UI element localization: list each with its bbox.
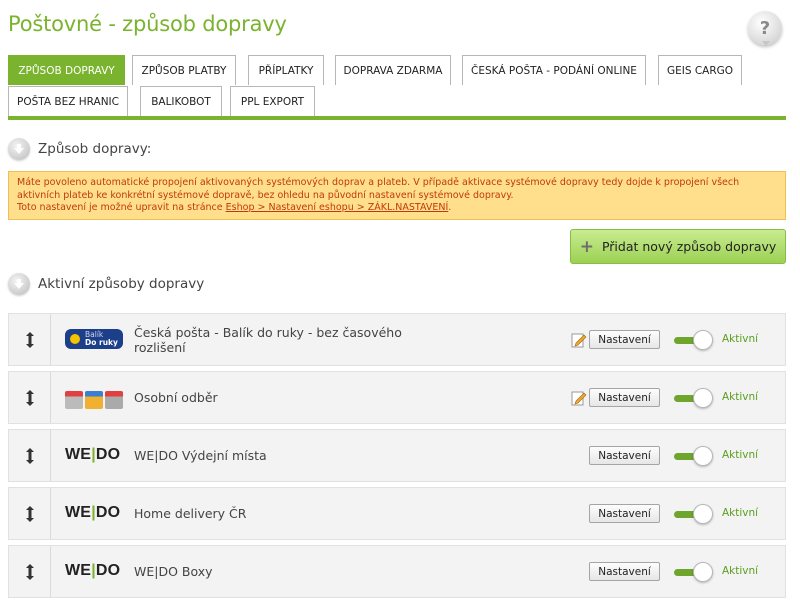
status-label: Aktivní — [722, 565, 759, 577]
tab-shipping-method[interactable]: ZPŮSOB DOPRAVY — [8, 55, 125, 85]
wedo-logo: WE|DO — [65, 446, 121, 463]
balik-do-ruky-logo: Balík Do ruky — [65, 328, 125, 351]
edit-icon[interactable] — [571, 390, 587, 406]
tab-balikobot[interactable]: BALIKOBOT — [140, 86, 222, 116]
shipping-method-name: Home delivery ČR — [134, 506, 247, 521]
settings-button[interactable]: Nastavení — [589, 562, 660, 581]
drag-handle-icon[interactable] — [9, 314, 51, 365]
warning-box: Máte povoleno automatické propojení akti… — [8, 171, 786, 220]
active-toggle[interactable] — [674, 388, 713, 408]
drag-handle-icon[interactable] — [9, 488, 51, 539]
shipping-method-row: WE|DO WE|DO Boxy Nastavení Aktivní — [8, 545, 786, 598]
shipping-method-row: WE|DO WE|DO Výdejní místa Nastavení Akti… — [8, 429, 786, 482]
status-label: Aktivní — [722, 333, 759, 345]
edit-icon[interactable] — [571, 332, 587, 348]
drag-handle-icon[interactable] — [9, 546, 51, 597]
collapse-arrow-icon[interactable] — [8, 138, 30, 160]
settings-button[interactable]: Nastavení — [589, 388, 660, 407]
section-shipping-method[interactable]: Způsob dopravy: — [8, 138, 151, 160]
shipping-method-name: WE|DO Boxy — [134, 564, 213, 579]
plus-icon: + — [579, 236, 594, 257]
active-toggle[interactable] — [674, 562, 713, 582]
section-label: Aktivní způsoby dopravy — [38, 276, 205, 292]
wedo-logo: WE|DO — [65, 504, 121, 521]
tab-posta-bez-hranic[interactable]: POŠTA BEZ HRANIC — [8, 86, 128, 116]
tab-free-shipping[interactable]: DOPRAVA ZDARMA — [335, 55, 451, 85]
status-label: Aktivní — [722, 507, 759, 519]
drag-handle-icon[interactable] — [9, 430, 51, 481]
tab-geis-cargo[interactable]: GEIS CARGO — [658, 55, 742, 85]
shipping-method-row: Balík Do ruky Česká pošta - Balík do ruky… — [8, 313, 786, 366]
shipping-method-name: Osobní odběr — [134, 390, 218, 405]
help-button[interactable]: ? — [748, 11, 782, 46]
tabs-underline — [8, 116, 786, 120]
tab-czech-post-online[interactable]: ČESKÁ POŠTA - PODÁNÍ ONLINE — [462, 55, 646, 85]
section-active-methods[interactable]: Aktivní způsoby dopravy — [8, 273, 204, 295]
active-toggle[interactable] — [674, 504, 713, 524]
status-label: Aktivní — [722, 391, 759, 403]
tab-surcharges[interactable]: PŘÍPLATKY — [248, 55, 324, 85]
wedo-logo: WE|DO — [65, 562, 121, 579]
active-toggle[interactable] — [674, 330, 713, 350]
shipping-method-name: Česká pošta - Balík do ruky - bez časové… — [134, 325, 402, 355]
shipping-method-row: Osobní odběr Nastavení Aktivní — [8, 371, 786, 424]
status-label: Aktivní — [722, 449, 759, 461]
settings-button[interactable]: Nastavení — [589, 504, 660, 523]
tab-ppl-export[interactable]: PPL EXPORT — [230, 86, 315, 116]
page-title: Poštovné - způsob dopravy — [8, 12, 287, 36]
collapse-arrow-icon[interactable] — [8, 273, 30, 295]
settings-button[interactable]: Nastavení — [589, 446, 660, 465]
warning-text: Máte povoleno automatické propojení akti… — [17, 177, 740, 201]
add-shipping-method-button[interactable]: + Přidat nový způsob dopravy — [570, 229, 786, 264]
tab-bar: ZPŮSOB DOPRAVY ZPŮSOB PLATBY PŘÍPLATKY D… — [8, 55, 786, 119]
tab-payment-method[interactable]: ZPŮSOB PLATBY — [132, 55, 236, 85]
active-toggle[interactable] — [674, 446, 713, 466]
settings-button[interactable]: Nastavení — [589, 330, 660, 349]
drag-handle-icon[interactable] — [9, 372, 51, 423]
section-label: Způsob dopravy: — [38, 141, 152, 157]
shipping-method-row: WE|DO Home delivery ČR Nastavení Aktivní — [8, 487, 786, 540]
settings-link[interactable]: Eshop > Nastavení eshopu > ZÁKL.NASTAVEN… — [226, 202, 449, 213]
shop-pickup-logo — [65, 387, 125, 409]
help-icon: ? — [759, 17, 771, 39]
shipping-method-name: WE|DO Výdejní místa — [134, 448, 267, 463]
